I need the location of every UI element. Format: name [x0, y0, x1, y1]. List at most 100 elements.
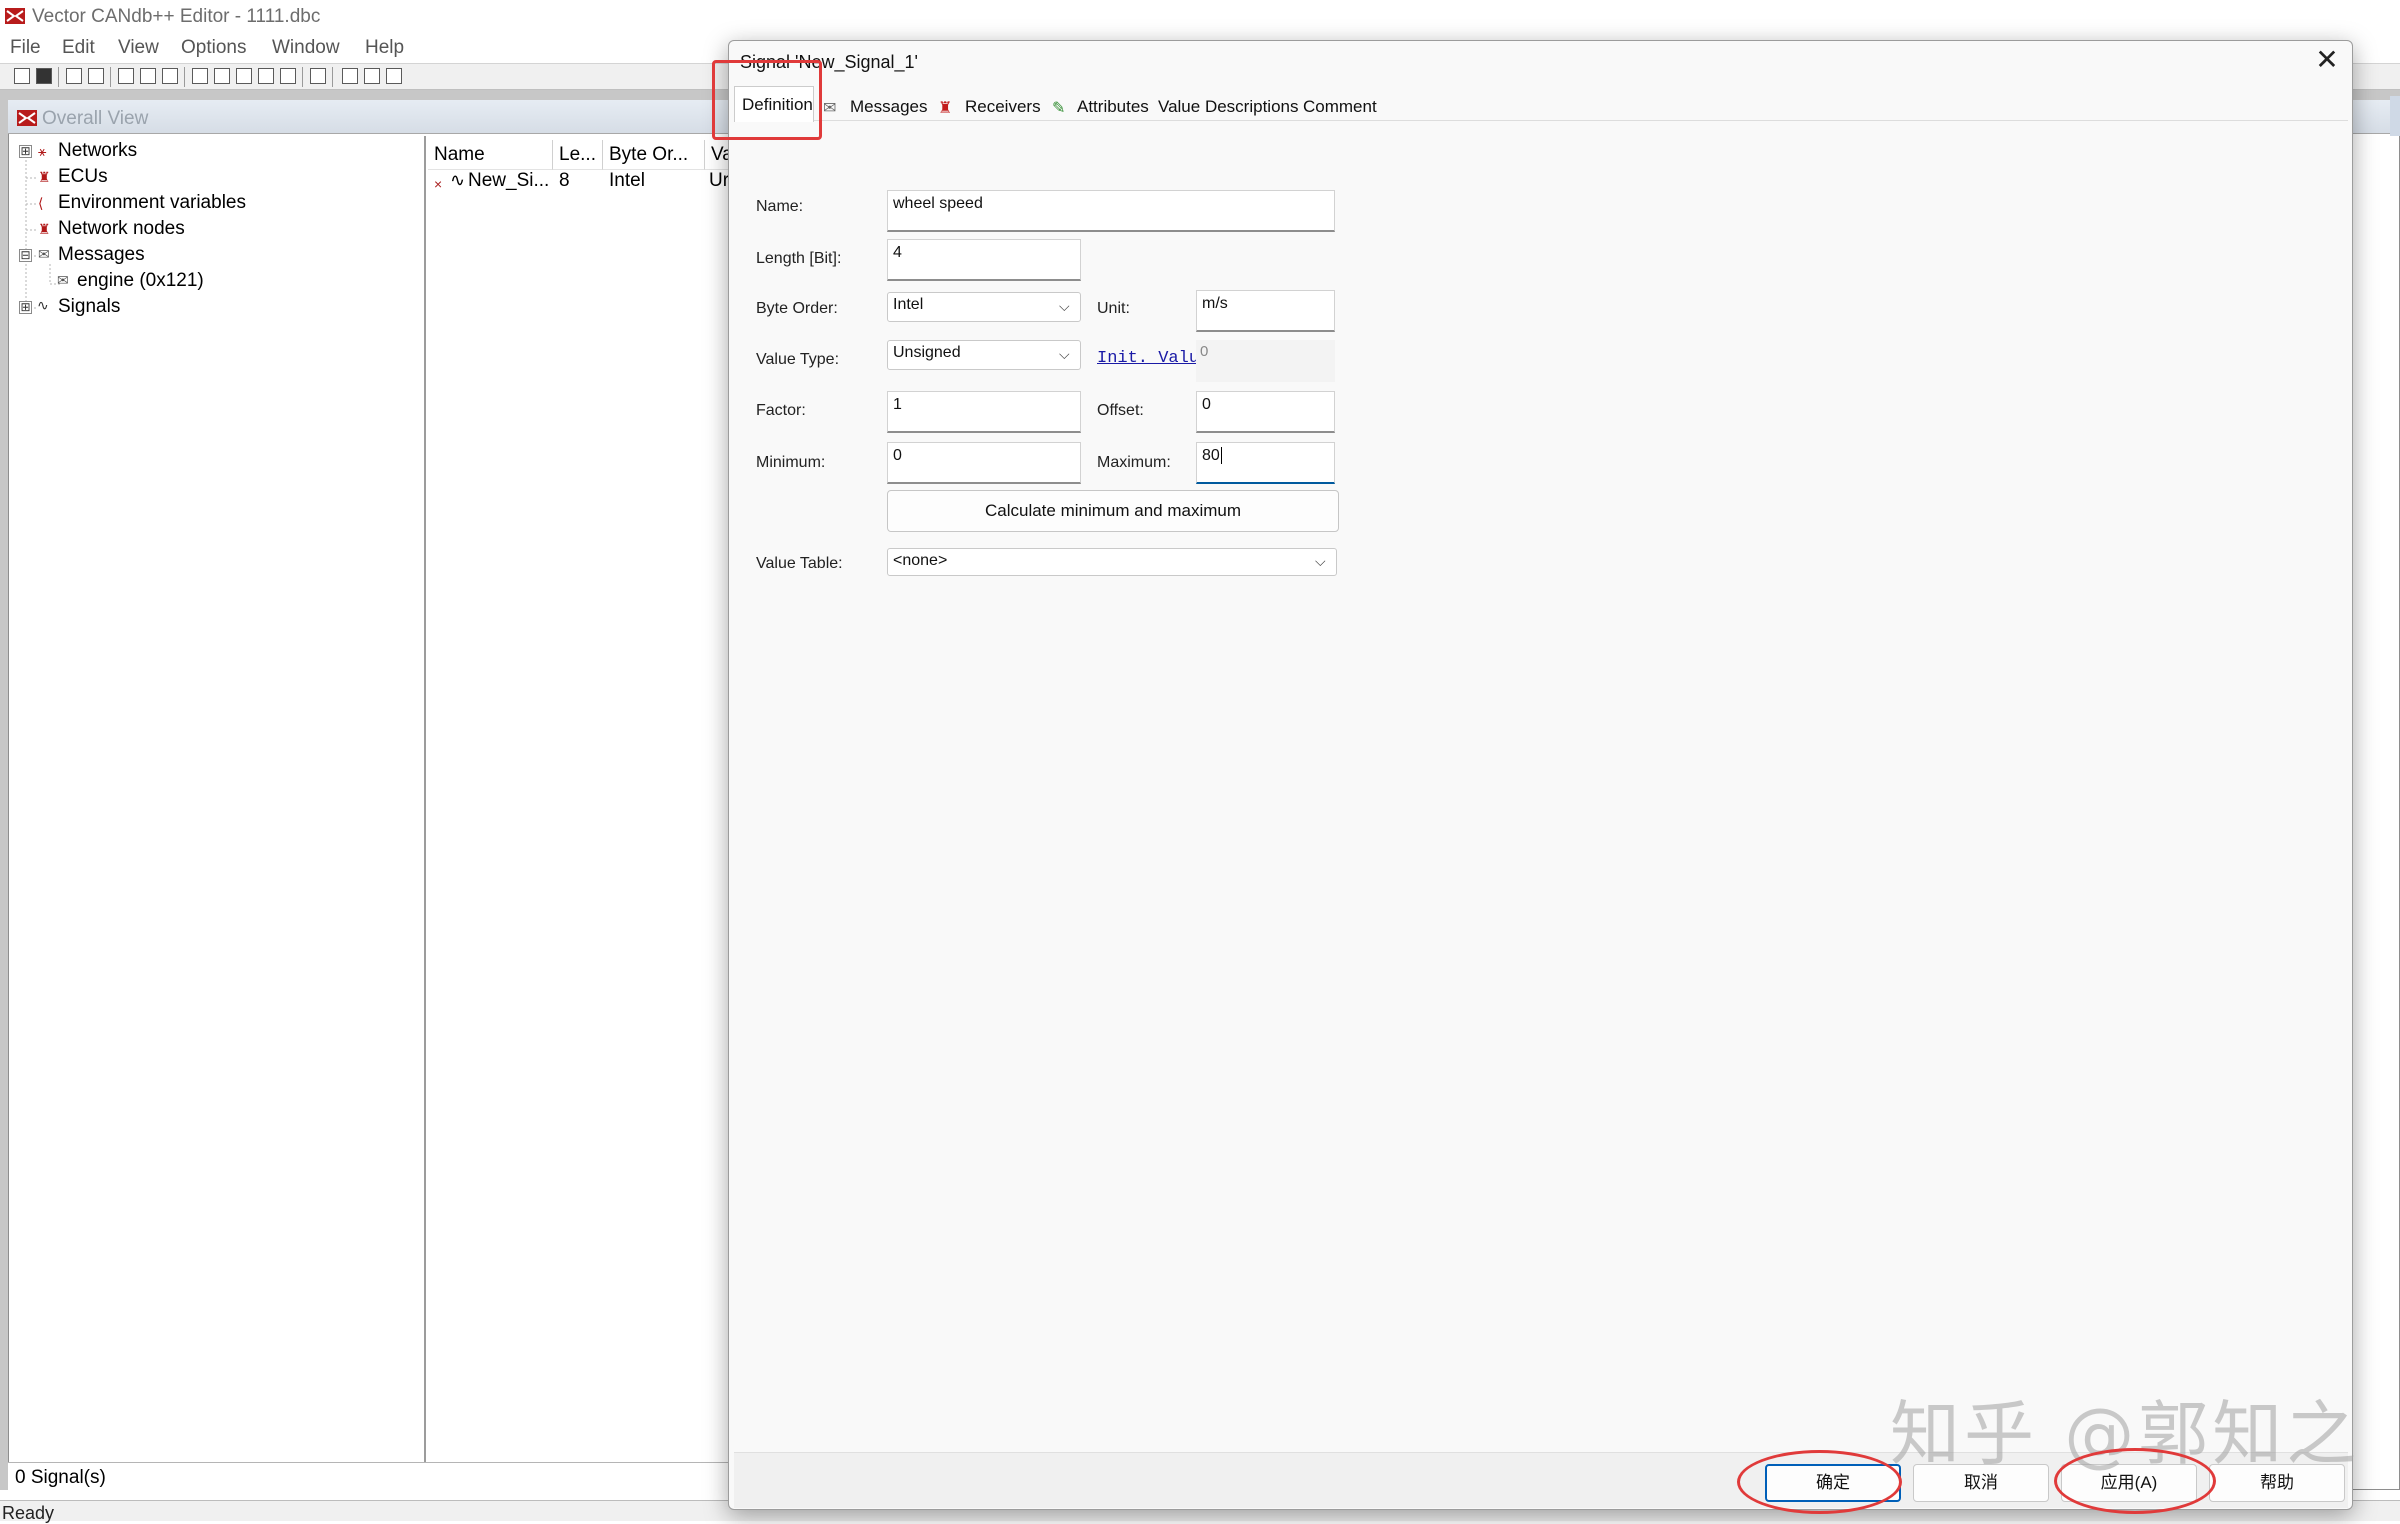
menu-help[interactable]: Help: [365, 37, 404, 59]
network-icon: ⚹: [38, 143, 47, 159]
byte-order-label: Byte Order:: [756, 300, 838, 317]
cell-value-type[interactable]: Ur: [709, 170, 729, 192]
init-value-field[interactable]: 0: [1200, 343, 1208, 360]
menu-window[interactable]: Window: [272, 37, 340, 59]
tree-item-ecus[interactable]: ECUs: [58, 166, 108, 188]
tree-expander[interactable]: ⊟: [19, 249, 32, 262]
tab-attributes[interactable]: Attributes: [1077, 94, 1149, 120]
unit-field[interactable]: m/s: [1196, 290, 1335, 332]
row-marker: ×: [434, 176, 443, 192]
name-label: Name:: [756, 198, 804, 215]
app-logo-icon: [5, 8, 25, 24]
node-icon: ♜: [38, 221, 51, 237]
tab-messages[interactable]: Messages: [850, 94, 927, 120]
open-file-icon[interactable]: [14, 68, 30, 84]
signal-list: [428, 136, 728, 1466]
annotation-ellipse-apply: [2054, 1448, 2216, 1514]
byte-order-value: Intel: [893, 296, 924, 313]
minimum-field[interactable]: 0: [887, 442, 1081, 484]
menu-file[interactable]: File: [10, 37, 41, 59]
value-type-value: Unsigned: [893, 344, 961, 361]
tree-item-networks[interactable]: Networks: [58, 140, 137, 162]
abc-check-icon[interactable]: [310, 68, 326, 84]
message-icon: ✉: [823, 100, 837, 117]
toolbar-separator: [302, 67, 303, 87]
chevron-down-icon[interactable]: ⌵: [1059, 346, 1070, 363]
offset-field[interactable]: 0: [1196, 391, 1335, 433]
value-table-value: <none>: [893, 552, 948, 569]
unit-label: Unit:: [1097, 300, 1130, 317]
tile-vertical-icon[interactable]: [386, 68, 402, 84]
value-table-select[interactable]: <none>: [887, 548, 1337, 576]
env-var-icon: ⟨: [38, 195, 44, 211]
tab-value-descriptions[interactable]: Value Descriptions: [1158, 94, 1298, 120]
byte-order-select[interactable]: Intel: [887, 292, 1081, 322]
value-type-select[interactable]: Unsigned: [887, 340, 1081, 370]
annotation-ellipse-ok: [1737, 1450, 1902, 1514]
new-object-icon[interactable]: [118, 68, 134, 84]
value-table-label: Value Table:: [756, 555, 843, 572]
factor-label: Factor:: [756, 402, 806, 419]
properties-icon[interactable]: [280, 68, 296, 84]
factor-field[interactable]: 1: [887, 391, 1081, 433]
tree-item-signals[interactable]: Signals: [58, 296, 120, 318]
tree-item-environment-variables[interactable]: Environment variables: [58, 192, 246, 214]
app-titlebar: [0, 0, 2400, 34]
menu-edit[interactable]: Edit: [62, 37, 95, 59]
init-value-link[interactable]: Init. Value: [1097, 349, 1209, 368]
signal-count: 0 Signal(s): [15, 1467, 106, 1488]
maximum-field[interactable]: 80: [1196, 442, 1335, 484]
menu-view[interactable]: View: [118, 37, 159, 59]
view-table-icon[interactable]: [214, 68, 230, 84]
column-header-name[interactable]: Name: [428, 140, 553, 170]
toolbar-separator: [332, 67, 333, 87]
tree-expander[interactable]: ⊞: [19, 145, 32, 158]
copy-icon[interactable]: [66, 68, 82, 84]
tab-comment[interactable]: Comment: [1303, 94, 1377, 120]
save-icon[interactable]: [36, 68, 52, 84]
tree-item-engine-message[interactable]: engine (0x121): [77, 270, 204, 292]
view-details-icon[interactable]: [236, 68, 252, 84]
delete-icon[interactable]: [140, 68, 156, 84]
close-icon[interactable]: ✕: [2312, 46, 2342, 76]
cell-length[interactable]: 8: [559, 170, 570, 192]
chart-icon[interactable]: [258, 68, 274, 84]
cell-name[interactable]: New_Si...: [468, 170, 552, 192]
cascade-icon[interactable]: [342, 68, 358, 84]
length-field[interactable]: 4: [887, 239, 1081, 281]
toolbar-separator: [58, 67, 59, 87]
message-icon: ✉: [57, 272, 69, 288]
window-edge: [2390, 96, 2400, 136]
tree-item-network-nodes[interactable]: Network nodes: [58, 218, 185, 240]
search-icon[interactable]: [162, 68, 178, 84]
name-field[interactable]: wheel speed: [887, 190, 1335, 232]
tab-receivers[interactable]: Receivers: [965, 94, 1041, 120]
menu-options[interactable]: Options: [181, 37, 246, 59]
toolbar-separator: [110, 67, 111, 87]
app-title: Vector CANdb++ Editor - 1111.dbc: [32, 6, 321, 27]
init-value-field-bg: [1196, 340, 1335, 382]
signal-icon: ∿: [450, 170, 466, 190]
tree-item-messages[interactable]: Messages: [58, 244, 145, 266]
ecu-icon: ♜: [38, 169, 51, 185]
column-header-byte-order[interactable]: Byte Or...: [603, 140, 705, 170]
column-header-length[interactable]: Le...: [553, 140, 603, 170]
value-type-label: Value Type:: [756, 351, 840, 368]
signal-icon: ∿: [37, 297, 49, 313]
receiver-icon: ♜: [938, 100, 953, 117]
chevron-down-icon[interactable]: ⌵: [1059, 298, 1070, 315]
minimum-label: Minimum:: [756, 454, 826, 471]
maximum-value: 80: [1202, 447, 1220, 464]
tree-expander[interactable]: ⊞: [19, 301, 32, 314]
paste-icon[interactable]: [88, 68, 104, 84]
cell-byte-order[interactable]: Intel: [609, 170, 645, 192]
attribute-icon: ✎: [1052, 100, 1066, 117]
chevron-down-icon[interactable]: ⌵: [1315, 553, 1326, 570]
offset-label: Offset:: [1097, 402, 1144, 419]
overall-view-statusbar: [8, 1462, 728, 1494]
tree-pane: [12, 136, 426, 1466]
tile-horizontal-icon[interactable]: [364, 68, 380, 84]
text-cursor: [1220, 447, 1222, 464]
calculate-min-max-button[interactable]: Calculate minimum and maximum: [887, 490, 1339, 532]
view-list-icon[interactable]: [192, 68, 208, 84]
